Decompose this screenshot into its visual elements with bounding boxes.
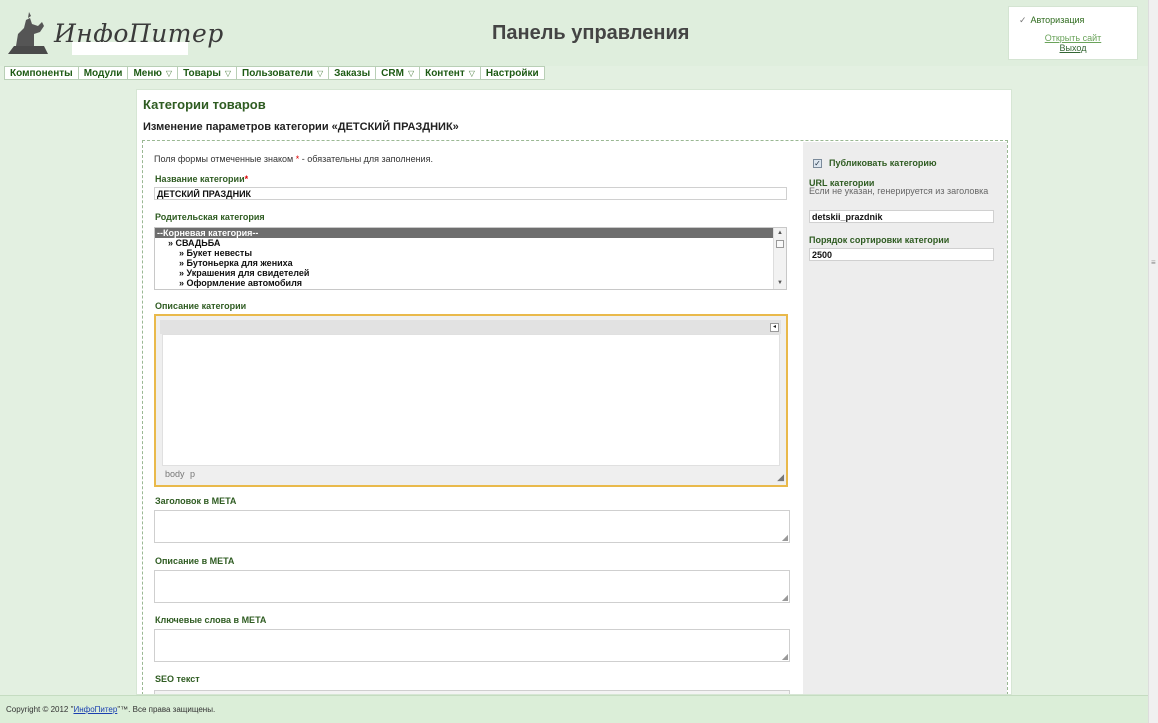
page-scrollbar[interactable]: ≡ [1148, 0, 1158, 723]
form-main-column: Поля формы отмеченные знаком * - обязате… [143, 141, 803, 694]
meta-title-label: Заголовок в META [155, 496, 237, 506]
resize-grip-icon[interactable]: ◢ [777, 472, 784, 483]
nav-item-content[interactable]: Контент ▽ [420, 67, 481, 79]
select-option[interactable]: » СВАДЬБА [155, 238, 786, 248]
scroll-down-arrow-icon[interactable]: ▼ [774, 278, 786, 289]
listbox-scrollbar[interactable]: ▲ ▼ [773, 228, 786, 289]
seo-text-label: SEO текст [155, 674, 200, 684]
nav-label: Заказы [334, 67, 371, 79]
open-site-link[interactable]: Открыть сайт [1009, 33, 1137, 43]
copyright-suffix: "™. Все права защищены. [117, 705, 216, 714]
nav-item-crm[interactable]: CRM ▽ [376, 67, 421, 79]
url-hint: Если не указан, генерируется из заголовк… [809, 186, 989, 196]
nav-item-menu[interactable]: Меню ▽ [128, 67, 179, 79]
nav-item-modules[interactable]: Модули [79, 67, 129, 79]
auth-title: ✓ Авторизация [1019, 15, 1084, 26]
nav-label: Компоненты [10, 67, 73, 79]
editor-path: body p [165, 469, 196, 479]
nav-label: Товары [183, 67, 221, 79]
scroll-grip-icon[interactable]: ≡ [1151, 258, 1156, 267]
scroll-thumb[interactable] [776, 240, 784, 248]
note-text: - обязательны для заполнения. [301, 154, 433, 164]
select-option[interactable]: » Украшения для свидетелей [155, 268, 786, 278]
required-star: * [295, 154, 300, 164]
publish-label: Публиковать категорию [829, 158, 937, 168]
editor-body[interactable] [162, 334, 780, 466]
dropdown-arrow-icon: ▽ [165, 68, 173, 78]
section-subheading: Изменение параметров категории «ДЕТСКИЙ … [143, 121, 459, 133]
dropdown-arrow-icon: ▽ [468, 68, 475, 78]
parent-category-select[interactable]: --Корневая категория-- » СВАДЬБА » Букет… [154, 227, 787, 290]
form-side-column: ✓ Публиковать категорию URL категории Ес… [803, 142, 1007, 694]
scroll-up-arrow-icon[interactable]: ▲ [774, 228, 786, 239]
toolbar-toggle-icon[interactable]: ◂ [770, 323, 779, 332]
nav-item-users[interactable]: Пользователи ▽ [237, 67, 330, 79]
nav-label: Пользователи [242, 67, 313, 79]
dropdown-arrow-icon: ▽ [224, 68, 232, 78]
editor-toolbar: ◂ [160, 320, 781, 334]
sort-order-input[interactable] [809, 248, 994, 261]
dropdown-arrow-icon: ▽ [316, 68, 324, 78]
resize-grip-icon[interactable]: ◢ [782, 533, 788, 542]
publish-option[interactable]: ✓ Публиковать категорию [813, 158, 937, 168]
nav-item-settings[interactable]: Настройки [481, 67, 544, 79]
category-name-label: Название категории* [155, 174, 248, 184]
label-text: Название категории [155, 174, 245, 184]
select-option[interactable]: » Букет невесты [155, 248, 786, 258]
meta-keywords-textarea[interactable]: ◢ [154, 629, 790, 662]
copyright-prefix: Copyright © 2012 " [6, 705, 74, 714]
footer: Copyright © 2012 "ИнфоПитер"™. Все права… [0, 695, 1148, 723]
nav-item-components[interactable]: Компоненты [5, 67, 79, 79]
publish-checkbox[interactable]: ✓ [813, 158, 822, 168]
auth-box: ✓ Авторизация Открыть сайт Выход [1008, 6, 1138, 60]
copyright-text: Copyright © 2012 "ИнфоПитер"™. Все права… [6, 705, 215, 714]
header: ИнфоПитер Панель управления ✓ Авторизация… [0, 0, 1148, 66]
footer-company-link[interactable]: ИнфоПитер [73, 705, 117, 714]
nav-label: Меню [133, 67, 162, 79]
nav-label: Модули [83, 67, 123, 79]
url-input[interactable] [809, 210, 994, 223]
auth-title-label: Авторизация [1030, 15, 1085, 25]
note-text: Поля формы отмеченные знаком [154, 154, 294, 164]
section-heading: Категории товаров [143, 97, 266, 112]
meta-description-label: Описание в META [155, 556, 235, 566]
checkmark-icon: ✓ [1019, 15, 1027, 25]
main-nav: Компоненты Модули Меню ▽ Товары ▽ Пользова… [4, 66, 545, 80]
logout-link[interactable]: Выход [1009, 43, 1137, 53]
required-note: Поля формы отмеченные знаком * - обязате… [154, 154, 433, 164]
sort-order-label: Порядок сортировки категории [809, 235, 950, 245]
select-option[interactable]: --Корневая категория-- [155, 228, 773, 238]
horseman-statue-icon [8, 12, 48, 54]
required-star: * [244, 174, 249, 184]
page-title: Панель управления [492, 22, 690, 44]
description-label: Описание категории [155, 301, 247, 311]
description-editor: ◂ body p ◢ [154, 314, 788, 487]
category-form: Поля формы отмеченные знаком * - обязате… [142, 140, 1008, 694]
meta-keywords-label: Ключевые слова в META [155, 615, 267, 625]
dropdown-arrow-icon: ▽ [407, 68, 415, 78]
resize-grip-icon[interactable]: ◢ [782, 593, 788, 602]
logo-underbar [72, 42, 188, 55]
select-option[interactable]: » Бутоньерка для жениха [155, 258, 786, 268]
select-option[interactable]: » Оформление автомобиля [155, 278, 786, 288]
nav-label: CRM [381, 67, 404, 79]
resize-grip-icon[interactable]: ◢ [782, 652, 788, 661]
category-name-input[interactable] [154, 187, 787, 200]
content-panel: Категории товаров Изменение параметров к… [136, 89, 1012, 695]
parent-category-label: Родительская категория [155, 212, 265, 222]
site-logo[interactable]: ИнфоПитер [4, 10, 223, 58]
meta-title-textarea[interactable]: ◢ [154, 510, 790, 543]
nav-item-orders[interactable]: Заказы [329, 67, 377, 79]
nav-label: Настройки [485, 67, 539, 79]
nav-label: Контент [425, 67, 465, 79]
nav-item-products[interactable]: Товары ▽ [178, 67, 238, 79]
meta-description-textarea[interactable]: ◢ [154, 570, 790, 603]
